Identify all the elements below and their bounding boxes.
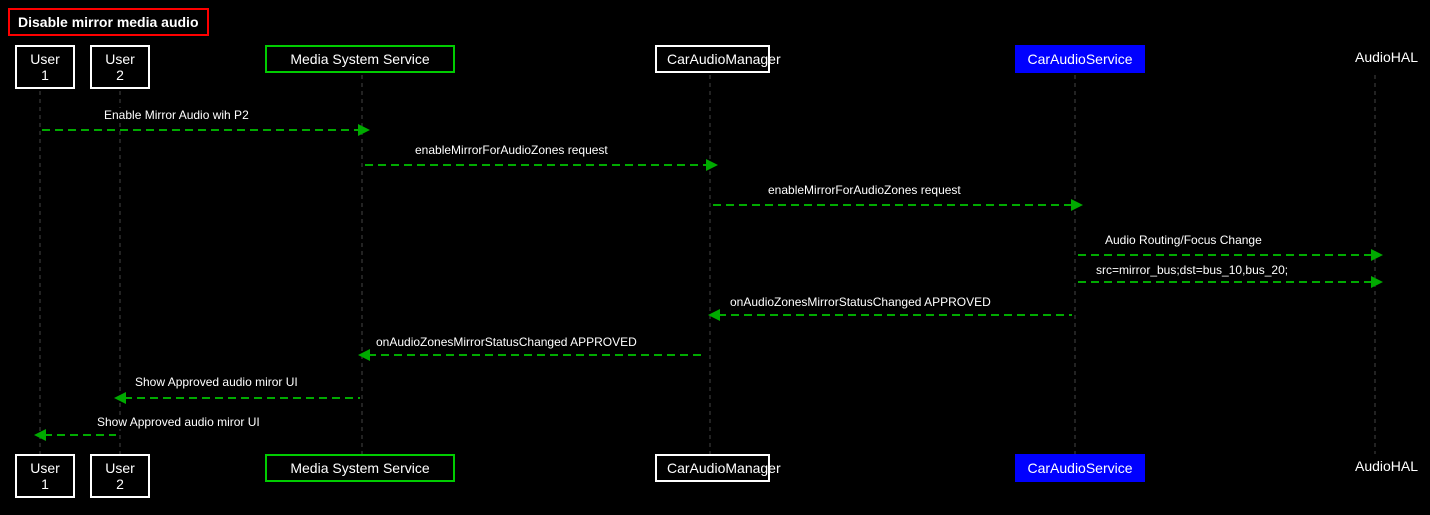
msg-label-4: Audio Routing/Focus Change (1105, 233, 1262, 247)
actor-hal-bottom: AudioHAL (1345, 454, 1425, 478)
actor-user1-bottom: User 1 (15, 454, 75, 498)
diagram-title: Disable mirror media audio (8, 8, 209, 36)
msg-label-5: src=mirror_bus;dst=bus_10,bus_20; (1096, 263, 1288, 277)
msg-label-2: enableMirrorForAudioZones request (415, 143, 608, 157)
msg-label-6: onAudioZonesMirrorStatusChanged APPROVED (730, 295, 991, 309)
actor-mss-top: Media System Service (265, 45, 455, 73)
actor-user2-top: User 2 (90, 45, 150, 89)
actor-cas-bottom: CarAudioService (1015, 454, 1145, 482)
msg-label-9: Show Approved audio miror UI (97, 415, 260, 429)
actor-mss-bottom: Media System Service (265, 454, 455, 482)
msg-label-1: Enable Mirror Audio wih P2 (104, 108, 249, 122)
msg-label-7: onAudioZonesMirrorStatusChanged APPROVED (376, 335, 637, 349)
actor-cas-top: CarAudioService (1015, 45, 1145, 73)
actor-cam-bottom: CarAudioManager (655, 454, 770, 482)
actor-user1-top: User 1 (15, 45, 75, 89)
msg-label-3: enableMirrorForAudioZones request (768, 183, 961, 197)
actor-hal-top: AudioHAL (1345, 45, 1425, 69)
msg-label-8: Show Approved audio miror UI (135, 375, 298, 389)
actor-cam-top: CarAudioManager (655, 45, 770, 73)
actor-user2-bottom: User 2 (90, 454, 150, 498)
